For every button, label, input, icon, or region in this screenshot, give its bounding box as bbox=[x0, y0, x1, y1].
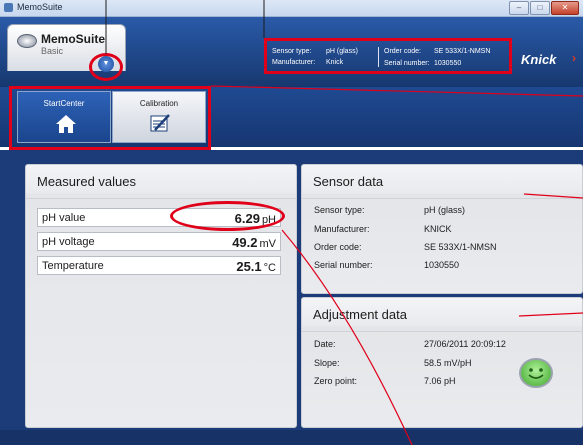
annotation-lines bbox=[105, 0, 583, 445]
app-window: MemoSuite – □ ✕ MemoSuite Basic ▼ Sensor… bbox=[0, 0, 583, 445]
